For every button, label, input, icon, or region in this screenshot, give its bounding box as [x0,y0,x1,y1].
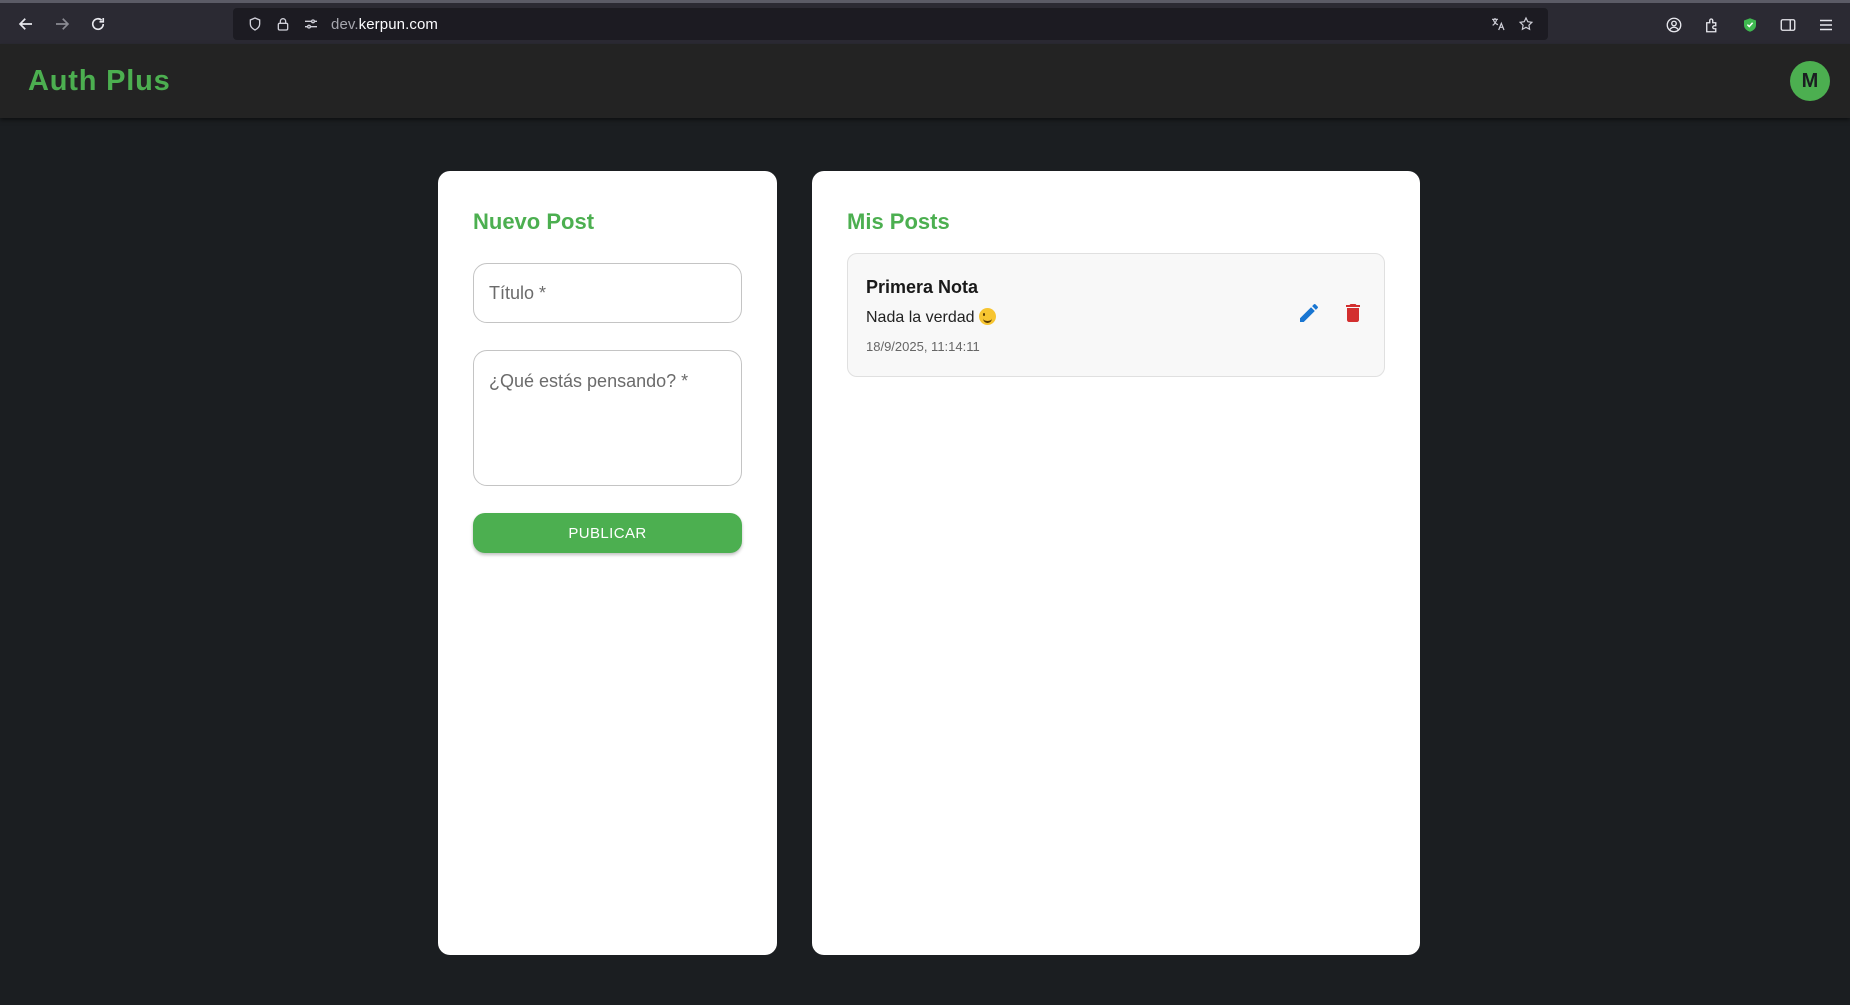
delete-post-button[interactable] [1340,300,1366,326]
url-text[interactable]: dev.kerpun.com [331,16,438,33]
post-body: Nada la verdad [866,308,1366,327]
post-body-text: Nada la verdad [866,309,975,326]
title-field[interactable] [473,263,742,323]
arrow-right-icon [56,17,70,30]
bookmark-star-icon[interactable] [1512,10,1540,38]
address-bar[interactable]: dev.kerpun.com [233,8,1548,40]
reload-button[interactable] [80,6,116,42]
adblock-shield-icon[interactable] [1732,7,1768,43]
translate-icon[interactable] [1484,10,1512,38]
publish-button[interactable]: PUBLICAR [473,513,742,553]
back-button[interactable] [8,6,44,42]
post-actions [1296,300,1366,326]
shield-icon[interactable] [241,10,269,38]
my-posts-heading: Mis Posts [847,209,950,234]
body-field[interactable] [473,350,742,486]
browser-toolbar: dev.kerpun.com [0,0,1850,44]
title-input[interactable] [474,264,741,322]
user-avatar[interactable]: M [1790,61,1830,101]
permissions-icon[interactable] [297,10,325,38]
reload-icon [91,17,105,30]
edit-post-button[interactable] [1296,300,1322,326]
new-post-heading: Nuevo Post [473,209,595,234]
pencil-icon [1300,303,1319,322]
arrow-left-icon [18,17,32,30]
post-date: 18/9/2025, 11:14:11 [866,339,980,354]
app-header: Auth Plus M [0,44,1850,118]
my-posts-card: Mis Posts Primera Nota Nada la verdad 18… [812,171,1420,955]
forward-button[interactable] [44,6,80,42]
sidebar-icon[interactable] [1770,7,1806,43]
lock-icon[interactable] [269,10,297,38]
body-textarea[interactable] [474,351,741,485]
post-item: Primera Nota Nada la verdad 18/9/2025, 1… [847,253,1385,377]
extensions-icon[interactable] [1694,7,1730,43]
trash-icon [1346,304,1360,322]
menu-icon[interactable] [1808,7,1844,43]
url-domain: kerpun.com [358,15,439,33]
account-icon[interactable] [1656,7,1692,43]
post-title: Primera Nota [866,277,979,297]
url-prefix: dev. [331,15,359,33]
new-post-card: Nuevo Post PUBLICAR [438,171,777,955]
app-brand[interactable]: Auth Plus [28,65,171,98]
wink-emoji-icon [978,308,996,325]
